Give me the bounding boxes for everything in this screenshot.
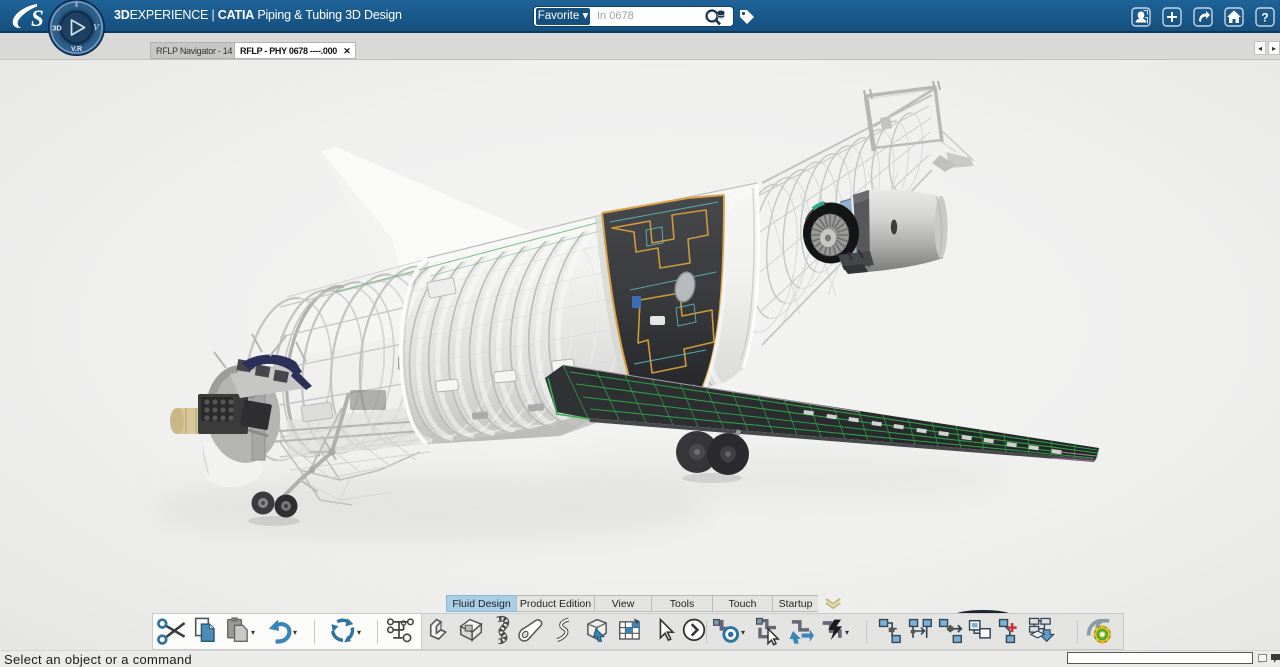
svg-text:?: ? xyxy=(1261,11,1268,25)
svg-text:S: S xyxy=(31,6,44,30)
svg-text:V.R: V.R xyxy=(71,46,82,53)
svg-text:3D: 3D xyxy=(52,24,62,33)
